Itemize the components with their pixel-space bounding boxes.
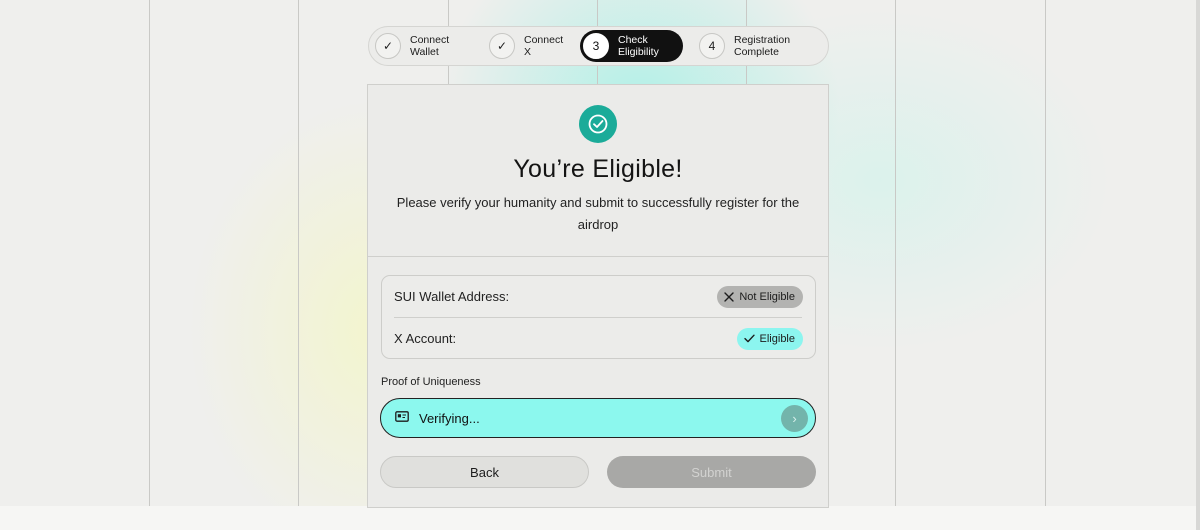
- step-registration-complete[interactable]: 4 Registration Complete: [696, 30, 798, 62]
- step-check-eligibility[interactable]: 3 Check Eligibility: [580, 30, 683, 62]
- bottom-strip: [0, 506, 1200, 530]
- verifying-status-text: Verifying...: [419, 410, 480, 426]
- step-check-icon: ✓: [489, 33, 515, 59]
- step-label: Connect X: [524, 34, 564, 58]
- step-connect-wallet[interactable]: ✓ Connect Wallet: [372, 30, 480, 62]
- id-card-icon: [395, 411, 409, 422]
- eligible-text: Eligible: [759, 332, 795, 345]
- wallet-status-row: SUI Wallet Address: Not Eligible: [382, 276, 815, 317]
- check-icon: [743, 334, 755, 343]
- step-number: 3: [583, 33, 609, 59]
- step-check-icon: ✓: [375, 33, 401, 59]
- page-title: You’re Eligible!: [513, 155, 683, 183]
- back-button[interactable]: Back: [380, 456, 589, 488]
- x-account-status-row: X Account: Eligible: [382, 318, 815, 359]
- step-label: Registration Complete: [734, 34, 791, 58]
- card-header: You’re Eligible! Please verify your huma…: [368, 85, 828, 257]
- eligibility-status-box: SUI Wallet Address: Not Eligible X Accou…: [381, 275, 816, 359]
- x-account-label: X Account:: [394, 331, 457, 346]
- step-label: Check Eligibility: [618, 34, 659, 58]
- eligibility-card: You’re Eligible! Please verify your huma…: [367, 84, 829, 508]
- grid-line: [1045, 0, 1046, 506]
- eligible-badge: Eligible: [736, 327, 803, 350]
- wallet-address-label: SUI Wallet Address:: [394, 289, 510, 304]
- x-icon: [724, 291, 735, 302]
- check-circle-icon: [579, 105, 617, 143]
- not-eligible-text: Not Eligible: [739, 290, 795, 303]
- page-subtitle: Please verify your humanity and submit t…: [396, 195, 800, 232]
- step-number: 4: [699, 33, 725, 59]
- not-eligible-badge: Not Eligible: [717, 285, 803, 308]
- registration-stepper: ✓ Connect Wallet ✓ Connect X 3 Check Eli…: [368, 26, 829, 66]
- chevron-right-icon[interactable]: ›: [781, 405, 808, 432]
- grid-line: [895, 0, 896, 506]
- step-label: Connect Wallet: [410, 34, 450, 58]
- grid-line: [298, 0, 299, 506]
- proof-of-uniqueness-button[interactable]: Verifying... ›: [380, 398, 816, 438]
- step-connect-x[interactable]: ✓ Connect X: [486, 30, 572, 62]
- proof-of-uniqueness-label: Proof of Uniqueness: [381, 376, 481, 388]
- grid-line: [149, 0, 150, 506]
- scrollbar-track[interactable]: [1196, 0, 1200, 530]
- submit-button[interactable]: Submit: [607, 456, 816, 488]
